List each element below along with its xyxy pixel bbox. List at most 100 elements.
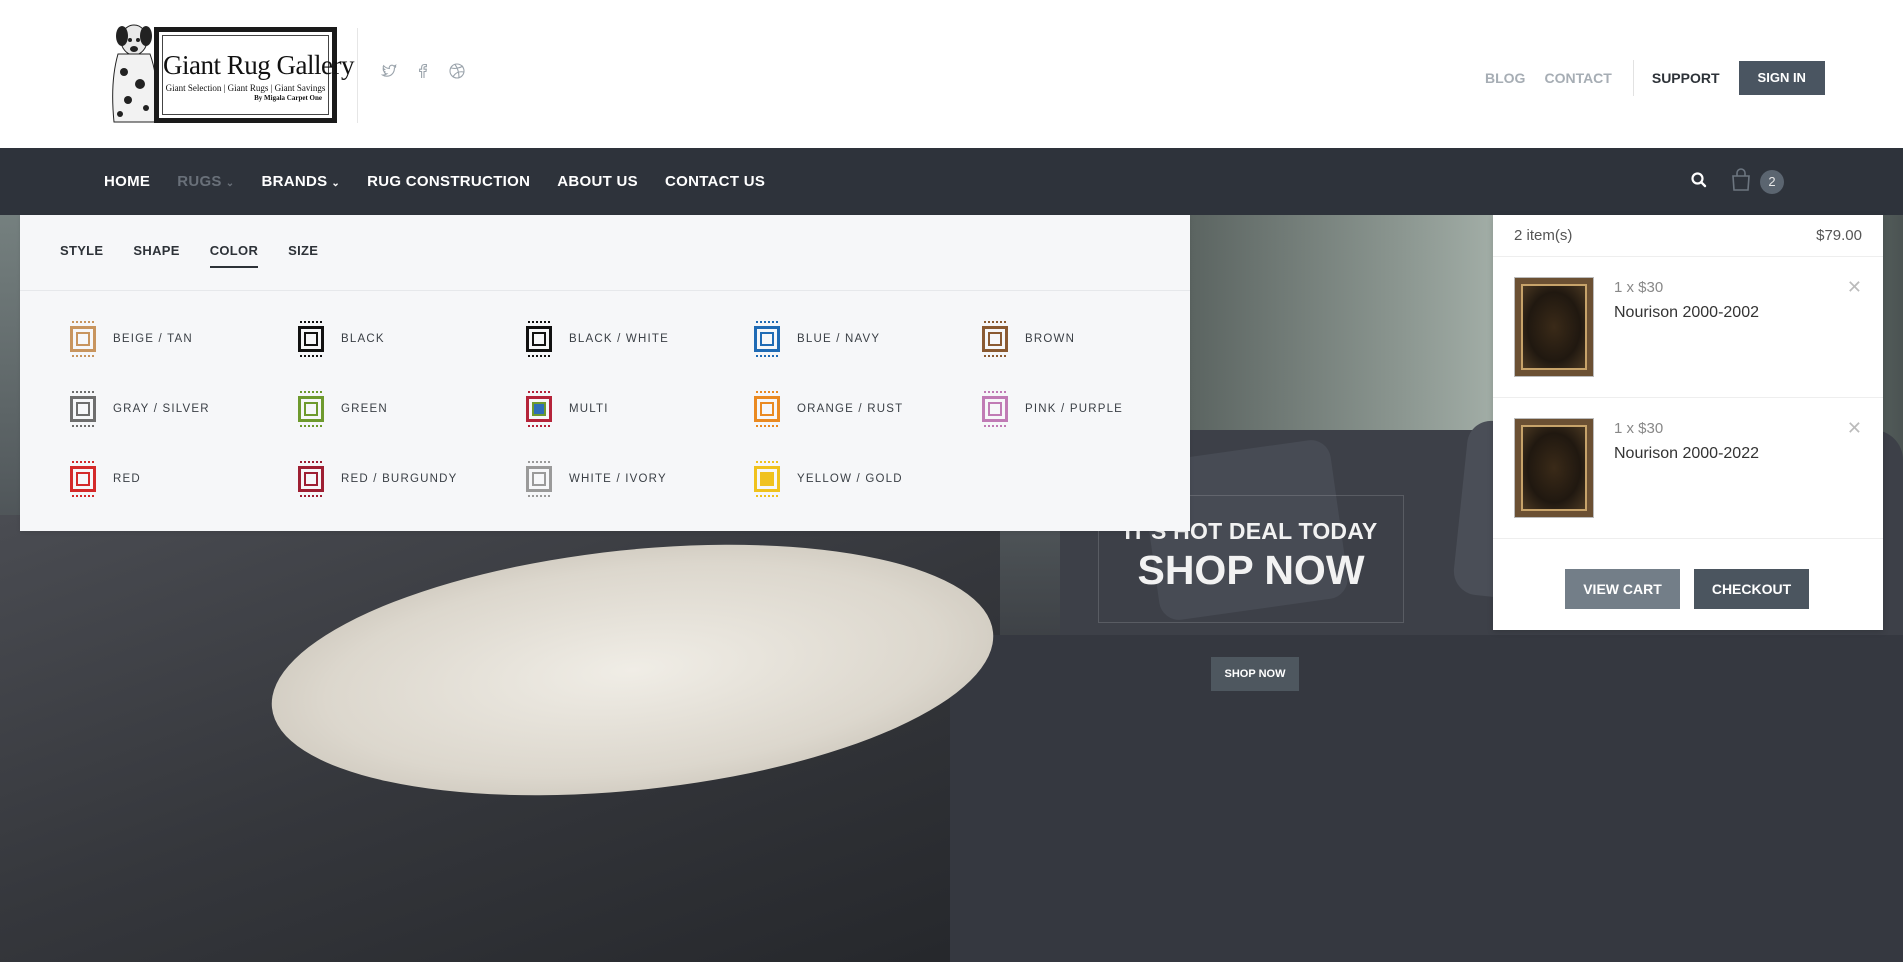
rug-swatch-icon bbox=[68, 461, 98, 497]
nav-item-about-us[interactable]: ABOUT US bbox=[557, 173, 638, 190]
nav-item-label: CONTACT US bbox=[664, 173, 766, 190]
header-divider bbox=[357, 28, 358, 123]
nav-item-rug-construction[interactable]: RUG CONSTRUCTION bbox=[367, 173, 530, 190]
rug-swatch-icon bbox=[524, 391, 554, 427]
mega-menu-tabs: STYLE SHAPE COLOR SIZE bbox=[60, 243, 318, 268]
color-filter-label: BEIGE / TAN bbox=[113, 333, 193, 345]
color-filter-item[interactable]: RED bbox=[68, 461, 296, 497]
tab-shape[interactable]: SHAPE bbox=[133, 243, 179, 268]
color-filter-item[interactable]: BLACK bbox=[296, 321, 524, 357]
remove-item-icon[interactable]: ✕ bbox=[1847, 418, 1862, 439]
rug-swatch-icon bbox=[296, 391, 326, 427]
color-filter-label: RED bbox=[113, 473, 141, 485]
chevron-down-icon: ⌄ bbox=[225, 178, 235, 189]
nav-item-contact-us[interactable]: CONTACT US bbox=[665, 173, 765, 190]
nav-item-rugs[interactable]: RUGS ⌄ bbox=[177, 173, 234, 190]
cart-total: $79.00 bbox=[1816, 227, 1862, 244]
cart-item: 1 x $30 Nourison 2000-2022 ✕ bbox=[1493, 398, 1883, 539]
logo-title: Giant Rug Gallery bbox=[163, 50, 354, 80]
color-filter-item[interactable]: GREEN bbox=[296, 391, 524, 427]
nav-item-brands[interactable]: BRANDS ⌄ bbox=[261, 173, 340, 190]
cart-item-qty-price: 1 x $30 bbox=[1614, 279, 1664, 296]
shop-now-button[interactable]: SHOP NOW bbox=[1211, 657, 1299, 691]
color-filter-label: MULTI bbox=[569, 403, 609, 415]
chevron-down-icon: ⌄ bbox=[331, 178, 341, 189]
hero-headline: SHOP NOW bbox=[1137, 547, 1365, 593]
rug-swatch-icon bbox=[524, 321, 554, 357]
shopping-bag-icon[interactable] bbox=[1730, 168, 1752, 192]
mini-cart-actions: VIEW CART CHECKOUT bbox=[1565, 569, 1809, 609]
hero-sofa bbox=[950, 635, 1903, 962]
social-links bbox=[380, 62, 466, 80]
rug-swatch-icon bbox=[752, 391, 782, 427]
cart-item-name[interactable]: Nourison 2000-2022 bbox=[1614, 445, 1759, 463]
utility-divider bbox=[1632, 60, 1634, 96]
nav-item-label: RUG CONSTRUCTION bbox=[367, 173, 531, 190]
color-filter-label: BLUE / NAVY bbox=[797, 333, 881, 345]
site-logo[interactable]: Giant Rug Gallery Giant Selection | Gian… bbox=[100, 22, 354, 126]
cart-item-qty-price: 1 x $30 bbox=[1614, 420, 1664, 437]
color-filter-item[interactable]: BLACK / WHITE bbox=[524, 321, 752, 357]
tab-color[interactable]: COLOR bbox=[209, 243, 259, 268]
logo-tagline: Giant Selection | Giant Rugs | Giant Sav… bbox=[165, 83, 326, 93]
color-filter-item[interactable]: PINK / PURPLE bbox=[980, 391, 1208, 427]
twitter-icon[interactable] bbox=[380, 62, 398, 80]
sign-in-button[interactable]: SIGN IN bbox=[1738, 61, 1825, 95]
color-filter-label: BLACK bbox=[341, 333, 385, 345]
nav-item-label: RUGS bbox=[177, 173, 222, 190]
tab-style[interactable]: STYLE bbox=[60, 243, 103, 268]
tab-size[interactable]: SIZE bbox=[288, 243, 318, 268]
color-filter-label: RED / BURGUNDY bbox=[341, 473, 458, 485]
color-filter-label: BROWN bbox=[1025, 333, 1076, 345]
color-filter-item[interactable]: BEIGE / TAN bbox=[68, 321, 296, 357]
rug-swatch-icon bbox=[524, 461, 554, 497]
nav-item-label: BRANDS bbox=[261, 173, 328, 190]
dribbble-icon[interactable] bbox=[448, 62, 466, 80]
dog-mascot-icon bbox=[112, 24, 158, 123]
main-nav: HOME RUGS ⌄ BRANDS ⌄ RUG CONSTRUCTION ABOU… bbox=[0, 148, 1903, 215]
nav-item-home[interactable]: HOME bbox=[104, 173, 150, 190]
utility-links: BLOG CONTACT SUPPORT SIGN IN bbox=[1485, 60, 1825, 96]
color-filter-item[interactable]: WHITE / IVORY bbox=[524, 461, 752, 497]
mega-menu-divider bbox=[20, 290, 1190, 291]
color-filter-label: PINK / PURPLE bbox=[1025, 403, 1124, 415]
search-icon[interactable] bbox=[1689, 170, 1709, 190]
color-filter-label: GREEN bbox=[341, 403, 388, 415]
rug-swatch-icon bbox=[68, 321, 98, 357]
rug-swatch-icon bbox=[68, 391, 98, 427]
nav-item-label: HOME bbox=[104, 173, 151, 190]
cart-item-count: 2 item(s) bbox=[1514, 227, 1573, 244]
view-cart-button[interactable]: VIEW CART bbox=[1565, 569, 1680, 609]
contact-link[interactable]: CONTACT bbox=[1544, 70, 1611, 86]
facebook-icon[interactable] bbox=[414, 62, 432, 80]
rug-thumbnail[interactable] bbox=[1514, 418, 1594, 518]
nav-item-label: ABOUT US bbox=[557, 173, 638, 190]
color-filter-item[interactable]: RED / BURGUNDY bbox=[296, 461, 524, 497]
rug-swatch-icon bbox=[296, 321, 326, 357]
color-filter-item[interactable]: MULTI bbox=[524, 391, 752, 427]
rug-thumbnail[interactable] bbox=[1514, 277, 1594, 377]
color-filter-item[interactable]: BROWN bbox=[980, 321, 1208, 357]
rug-swatch-icon bbox=[980, 391, 1010, 427]
blog-link[interactable]: BLOG bbox=[1485, 70, 1525, 86]
color-filter-item[interactable]: YELLOW / GOLD bbox=[752, 461, 980, 497]
rug-swatch-icon bbox=[980, 321, 1010, 357]
rug-swatch-icon bbox=[296, 461, 326, 497]
cart-count-badge[interactable]: 2 bbox=[1760, 170, 1784, 194]
color-filter-item[interactable]: ORANGE / RUST bbox=[752, 391, 980, 427]
remove-item-icon[interactable]: ✕ bbox=[1847, 277, 1862, 298]
rugs-mega-menu: STYLE SHAPE COLOR SIZE BEIGE / TAN BLACK B… bbox=[20, 215, 1190, 531]
checkout-button[interactable]: CHECKOUT bbox=[1694, 569, 1809, 609]
color-filter-label: GRAY / SILVER bbox=[113, 403, 210, 415]
color-filter-grid: BEIGE / TAN BLACK BLACK / WHITE BLUE / NAVY… bbox=[68, 321, 1208, 497]
logo-frame: Giant Rug Gallery Giant Selection | Gian… bbox=[154, 27, 354, 123]
cart-item-name[interactable]: Nourison 2000-2002 bbox=[1614, 304, 1759, 322]
color-filter-label: ORANGE / RUST bbox=[797, 403, 904, 415]
color-filter-item[interactable]: BLUE / NAVY bbox=[752, 321, 980, 357]
color-filter-label: BLACK / WHITE bbox=[569, 333, 669, 345]
mini-cart-dropdown: 2 item(s) $79.00 1 x $30 Nourison 2000-2… bbox=[1493, 215, 1883, 630]
rug-swatch-icon bbox=[752, 321, 782, 357]
mini-cart-header: 2 item(s) $79.00 bbox=[1493, 215, 1883, 257]
support-link[interactable]: SUPPORT bbox=[1652, 70, 1720, 86]
color-filter-item[interactable]: GRAY / SILVER bbox=[68, 391, 296, 427]
